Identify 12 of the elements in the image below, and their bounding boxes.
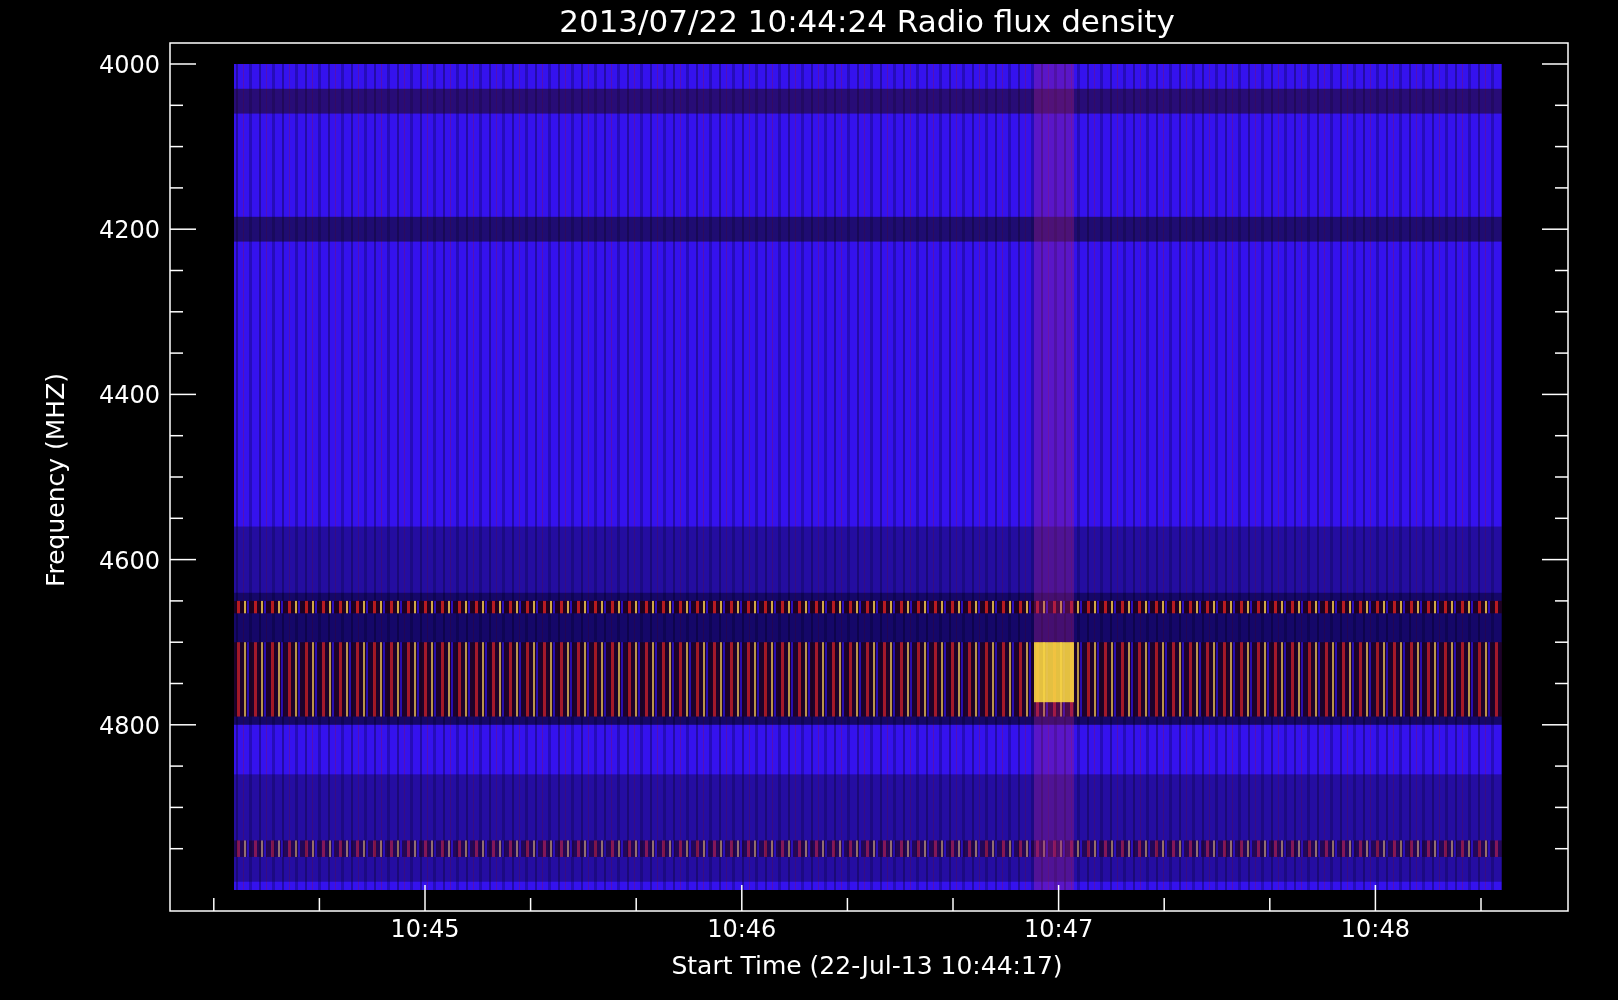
y-tick-label: 4600 [98, 546, 160, 575]
y-tick-label: 4800 [98, 711, 160, 740]
x-tick-label: 10:47 [1024, 915, 1094, 943]
y-axis-label: Frequency (MHZ) [41, 372, 70, 588]
chart-title: 2013/07/22 10:44:24 Radio flux density [559, 3, 1175, 39]
x-tick-label: 10:48 [1340, 915, 1410, 943]
y-tick-label: 4000 [98, 51, 160, 79]
x-tick-label: 10:45 [390, 915, 460, 943]
x-axis-label: Start Time (22-Jul-13 10:44:17) [671, 951, 1063, 980]
y-tick-label: 4400 [98, 381, 160, 410]
y-tick-label: 4200 [98, 216, 160, 245]
x-tick-label: 10:46 [707, 915, 777, 943]
